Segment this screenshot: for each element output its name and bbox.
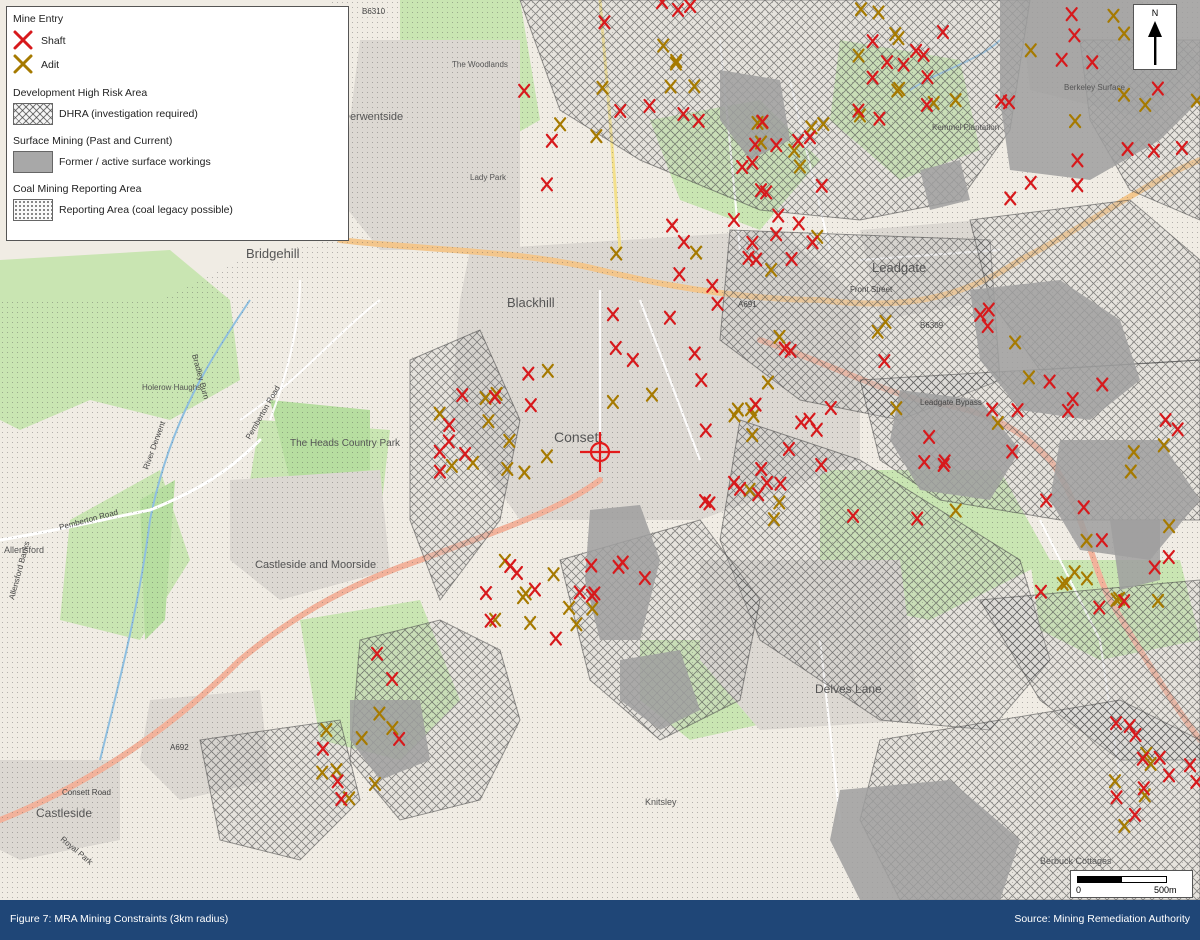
north-arrow-icon (1148, 21, 1162, 65)
place-label: Berkeley Surface (1064, 83, 1125, 92)
road-label: Consett Road (62, 788, 111, 797)
scale-end-label: 500m (1154, 885, 1177, 895)
map-stage: Bridgehill Blackhill Consett Leadgate Ca… (0, 0, 1200, 900)
legend-reporting-title: Coal Mining Reporting Area (13, 183, 142, 195)
place-label: Kemmel Plantation (932, 123, 999, 132)
place-label: Derwentside (342, 111, 403, 123)
surface-swatch (13, 151, 53, 173)
legend-surface-label: Former / active surface workings (59, 156, 211, 168)
place-label: The Heads Country Park (290, 438, 401, 449)
legend-surface-title: Surface Mining (Past and Current) (13, 135, 173, 147)
figure-caption: Figure 7: MRA Mining Constraints (3km ra… (10, 913, 229, 925)
legend-reporting-label: Reporting Area (coal legacy possible) (59, 204, 233, 216)
place-label: Blackhill (507, 295, 555, 310)
road-label: B6310 (362, 7, 386, 16)
dhra-swatch (13, 103, 53, 125)
scale-bar-graphic (1077, 876, 1167, 883)
place-label: The Woodlands (452, 60, 508, 69)
scale-bar: 0 500m (1070, 870, 1193, 898)
road-label: Front Street (850, 285, 893, 294)
place-label: Delves Lane (815, 682, 882, 696)
place-label: Consett (554, 429, 602, 445)
place-label: Castleside (36, 806, 92, 820)
north-arrow: N (1133, 4, 1177, 70)
legend-dhra-title: Development High Risk Area (13, 87, 148, 99)
scale-start-label: 0 (1076, 885, 1082, 895)
north-label: N (1151, 8, 1159, 18)
figure-footer: Figure 7: MRA Mining Constraints (3km ra… (0, 900, 1200, 940)
road-label: A691 (738, 300, 757, 309)
legend-dhra-label: DHRA (investigation required) (59, 108, 198, 120)
map-legend: Mine Entry Shaft Adit Development High R… (6, 6, 349, 241)
legend-shaft-label: Shaft (41, 35, 66, 47)
road-label: B6309 (920, 321, 944, 330)
place-label: Castleside and Moorside (255, 559, 376, 571)
road-label: Leadgate Bypass (920, 398, 982, 407)
road-label: A692 (170, 743, 189, 752)
legend-mine-entry-title: Mine Entry (13, 13, 64, 25)
place-label: Holerow Haughs (142, 383, 201, 392)
place-label: Leadgate (872, 260, 926, 275)
place-label: Berbuck Cottages (1040, 856, 1112, 866)
reporting-swatch (13, 199, 53, 221)
adit-icon (13, 54, 33, 74)
figure-source: Source: Mining Remediation Authority (1014, 913, 1190, 925)
place-label: Lady Park (470, 173, 507, 182)
legend-adit-label: Adit (41, 59, 60, 71)
place-label: Knitsley (645, 797, 677, 807)
shaft-icon (13, 30, 33, 50)
place-label: Bridgehill (246, 246, 300, 261)
